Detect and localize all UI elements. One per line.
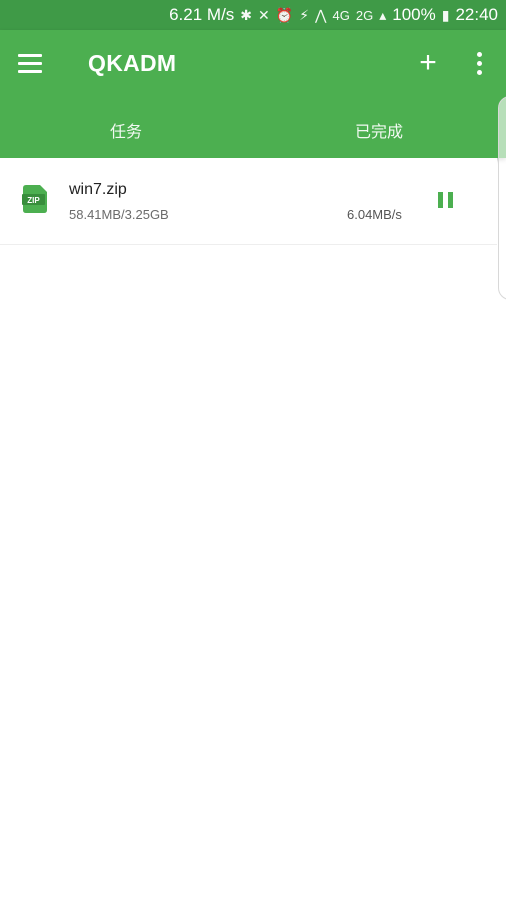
clock: 22:40 xyxy=(455,5,498,24)
plus-icon[interactable]: + xyxy=(416,48,440,80)
status-bar: 6.21 M/s ✱ ✕ ⏰ ⚡ ⋀ 4G 2G ▴ 100% ▮ 22:40 xyxy=(0,0,506,30)
network-speed: 6.21 M/s xyxy=(169,5,235,24)
alarm-icon: ⏰ xyxy=(275,6,294,23)
file-name: win7.zip xyxy=(69,181,127,198)
4g-signal-icon: ▴ xyxy=(379,6,387,23)
zip-file-icon: ZIP xyxy=(22,184,48,214)
pause-icon[interactable] xyxy=(433,188,459,214)
app-title: QKADM xyxy=(88,50,177,76)
mute-icon: ✕ xyxy=(258,6,270,23)
tab-completed[interactable]: 已完成 xyxy=(355,118,403,142)
download-speed: 6.04MB/s xyxy=(347,207,402,222)
download-list: ZIP win7.zip 58.41MB/3.25GB 6.04MB/s xyxy=(0,158,506,245)
bluetooth-icon: ✱ xyxy=(240,6,253,23)
app-bar: QKADM + 任务 已完成 xyxy=(0,30,506,158)
signal-label-top: 4G xyxy=(332,7,350,23)
wifi-icon: ⋀ xyxy=(315,6,327,23)
battery-icon: ▮ xyxy=(441,6,450,23)
hamburger-menu-icon[interactable] xyxy=(18,52,42,76)
battery-percent: 100% xyxy=(392,5,436,24)
edge-panel-handle[interactable] xyxy=(498,96,506,300)
data-saver-icon: ⚡ xyxy=(299,6,310,23)
signal-label-bottom: 2G xyxy=(355,7,374,23)
download-progress-text: 58.41MB/3.25GB xyxy=(69,207,169,222)
more-vert-icon[interactable] xyxy=(474,52,484,76)
file-type-badge: ZIP xyxy=(27,196,40,205)
tab-tasks[interactable]: 任务 xyxy=(110,118,142,142)
download-item[interactable]: ZIP win7.zip 58.41MB/3.25GB 6.04MB/s xyxy=(0,158,497,245)
